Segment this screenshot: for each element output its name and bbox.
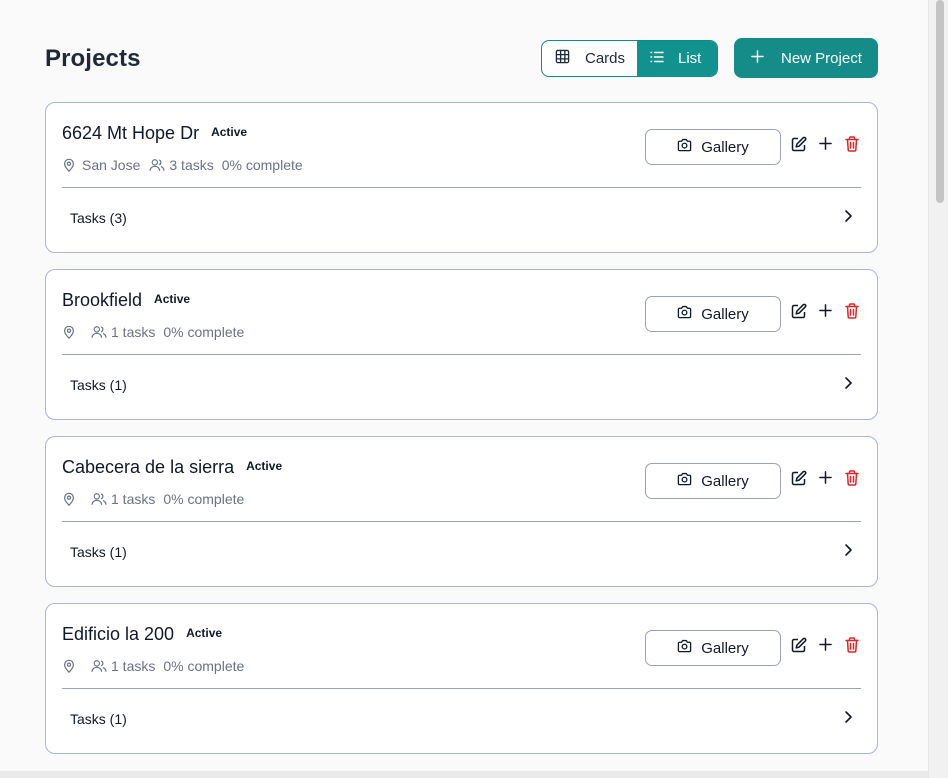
users-icon bbox=[149, 158, 165, 172]
map-pin-icon bbox=[62, 492, 76, 506]
list-view-button[interactable]: List bbox=[637, 41, 717, 76]
map-pin-icon bbox=[62, 659, 76, 673]
plus-icon bbox=[818, 137, 832, 155]
status-badge: Active bbox=[154, 292, 191, 306]
projects-page: Projects Cards List New Project 6624 Mt … bbox=[45, 0, 878, 754]
new-project-button[interactable]: New Project bbox=[734, 38, 878, 78]
trash-icon bbox=[845, 636, 859, 658]
camera-icon bbox=[677, 138, 701, 156]
delete-button[interactable] bbox=[843, 135, 861, 157]
project-card: Cabecera de la sierra Active 1 tasks 0% c… bbox=[45, 436, 878, 587]
delete-button[interactable] bbox=[843, 302, 861, 324]
project-name[interactable]: Edificio la 200 bbox=[62, 624, 174, 644]
users-icon bbox=[91, 325, 107, 339]
trash-icon bbox=[845, 302, 859, 324]
project-task-count: 3 tasks bbox=[169, 157, 214, 173]
list-icon bbox=[650, 50, 678, 67]
camera-icon bbox=[677, 472, 701, 490]
tasks-label: Tasks (1) bbox=[70, 377, 127, 393]
gallery-button[interactable]: Gallery bbox=[645, 630, 781, 666]
project-name[interactable]: 6624 Mt Hope Dr bbox=[62, 123, 199, 143]
view-toggle: Cards List bbox=[541, 40, 718, 77]
add-task-button[interactable] bbox=[816, 471, 834, 489]
delete-button[interactable] bbox=[843, 636, 861, 658]
scrollbar-thumb[interactable] bbox=[936, 0, 944, 203]
project-name[interactable]: Brookfield bbox=[62, 290, 142, 310]
plus-icon bbox=[751, 49, 781, 67]
project-task-count: 1 tasks bbox=[111, 491, 156, 507]
camera-icon bbox=[677, 305, 701, 323]
users-icon bbox=[91, 492, 107, 506]
cards-view-button[interactable]: Cards bbox=[542, 41, 637, 76]
page-title: Projects bbox=[45, 45, 141, 72]
map-pin-icon bbox=[62, 158, 76, 172]
list-view-label: List bbox=[678, 50, 702, 67]
project-card: 6624 Mt Hope Dr Active San Jose 3 tasks 0… bbox=[45, 102, 878, 253]
gallery-button[interactable]: Gallery bbox=[645, 463, 781, 499]
tasks-toggle[interactable]: Tasks (1) bbox=[62, 522, 861, 582]
edit-button[interactable] bbox=[790, 303, 808, 324]
gallery-label: Gallery bbox=[701, 639, 749, 657]
edit-icon bbox=[791, 470, 807, 491]
edit-button[interactable] bbox=[790, 136, 808, 157]
chevron-right-icon bbox=[844, 209, 853, 228]
project-location: San Jose bbox=[82, 157, 141, 173]
tasks-toggle[interactable]: Tasks (1) bbox=[62, 689, 861, 749]
project-card: Edificio la 200 Active 1 tasks 0% complet… bbox=[45, 603, 878, 754]
gallery-label: Gallery bbox=[701, 138, 749, 156]
project-card: Brookfield Active 1 tasks 0% complete Ga… bbox=[45, 269, 878, 420]
camera-icon bbox=[677, 639, 701, 657]
gallery-button[interactable]: Gallery bbox=[645, 296, 781, 332]
project-meta: 1 tasks 0% complete bbox=[62, 491, 244, 507]
project-progress: 0% complete bbox=[221, 157, 303, 173]
grid-icon bbox=[555, 49, 585, 68]
add-task-button[interactable] bbox=[816, 304, 834, 322]
project-progress: 0% complete bbox=[163, 491, 245, 507]
tasks-label: Tasks (3) bbox=[70, 210, 127, 226]
edit-icon bbox=[791, 303, 807, 324]
project-progress: 0% complete bbox=[163, 324, 245, 340]
add-task-button[interactable] bbox=[816, 137, 834, 155]
trash-icon bbox=[845, 469, 859, 491]
plus-icon bbox=[818, 638, 832, 656]
project-meta: 1 tasks 0% complete bbox=[62, 658, 244, 674]
edit-icon bbox=[791, 637, 807, 658]
project-progress: 0% complete bbox=[163, 658, 245, 674]
cards-view-label: Cards bbox=[585, 50, 626, 67]
tasks-toggle[interactable]: Tasks (3) bbox=[62, 188, 861, 248]
status-badge: Active bbox=[186, 626, 223, 640]
status-badge: Active bbox=[246, 459, 283, 473]
gallery-label: Gallery bbox=[701, 305, 749, 323]
plus-icon bbox=[818, 304, 832, 322]
gallery-label: Gallery bbox=[701, 472, 749, 490]
tasks-toggle[interactable]: Tasks (1) bbox=[62, 355, 861, 415]
chevron-right-icon bbox=[844, 376, 853, 395]
project-meta: 1 tasks 0% complete bbox=[62, 324, 244, 340]
edit-icon bbox=[791, 136, 807, 157]
vertical-scrollbar[interactable] bbox=[928, 0, 948, 778]
add-task-button[interactable] bbox=[816, 638, 834, 656]
project-task-count: 1 tasks bbox=[111, 658, 156, 674]
project-name[interactable]: Cabecera de la sierra bbox=[62, 457, 234, 477]
edit-button[interactable] bbox=[790, 470, 808, 491]
chevron-right-icon bbox=[844, 710, 853, 729]
horizontal-scrollbar[interactable] bbox=[0, 771, 928, 778]
edit-button[interactable] bbox=[790, 637, 808, 658]
trash-icon bbox=[845, 135, 859, 157]
plus-icon bbox=[818, 471, 832, 489]
new-project-label: New Project bbox=[781, 49, 862, 67]
project-task-count: 1 tasks bbox=[111, 324, 156, 340]
tasks-label: Tasks (1) bbox=[70, 711, 127, 727]
tasks-label: Tasks (1) bbox=[70, 544, 127, 560]
users-icon bbox=[91, 659, 107, 673]
project-meta: San Jose 3 tasks 0% complete bbox=[62, 157, 303, 173]
map-pin-icon bbox=[62, 325, 76, 339]
gallery-button[interactable]: Gallery bbox=[645, 129, 781, 165]
delete-button[interactable] bbox=[843, 469, 861, 491]
page-header: Projects Cards List New Project bbox=[45, 0, 878, 102]
status-badge: Active bbox=[211, 125, 248, 139]
chevron-right-icon bbox=[844, 543, 853, 562]
